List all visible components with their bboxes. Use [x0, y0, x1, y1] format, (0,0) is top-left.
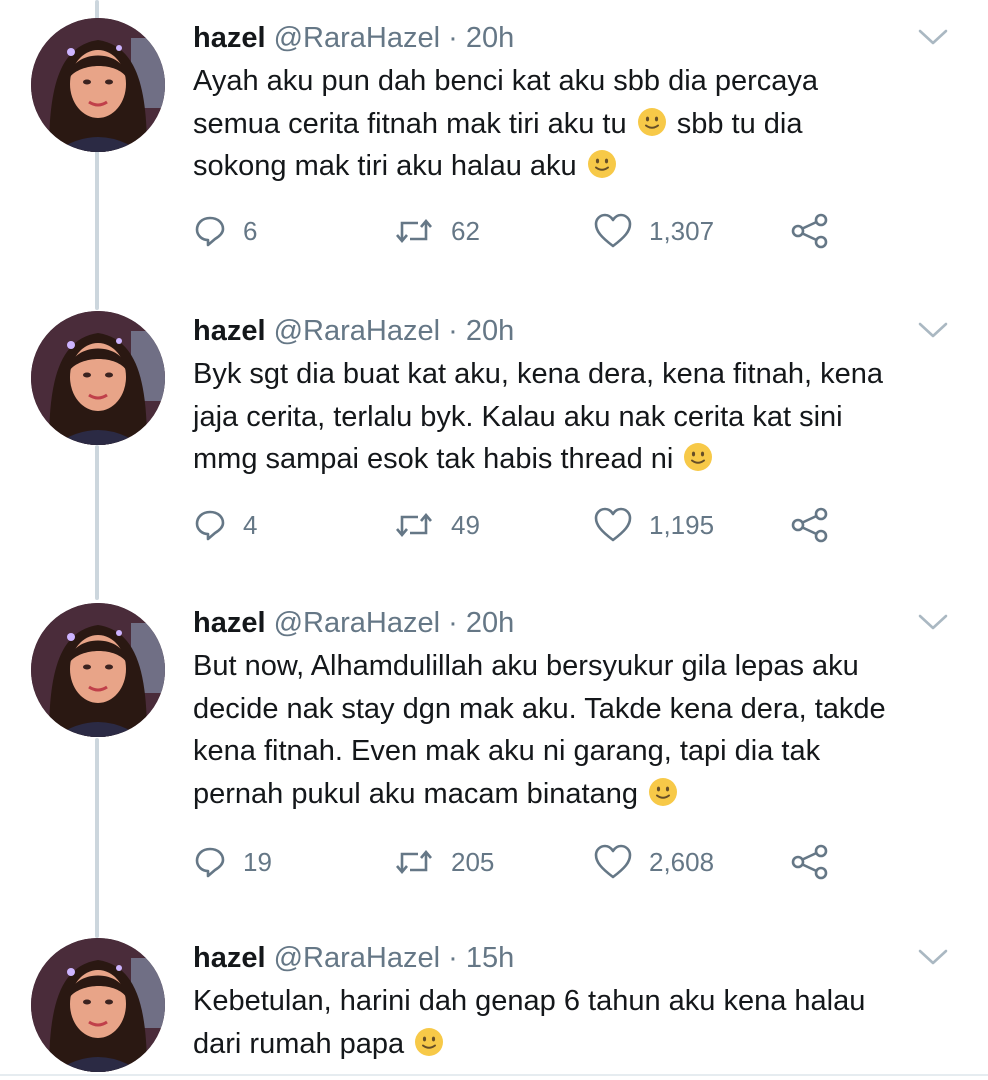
display-name[interactable]: hazel: [193, 22, 266, 54]
tweet-text-line: decide nak stay dgn mak aku. Takde kena …: [193, 692, 886, 725]
display-name[interactable]: hazel: [193, 942, 266, 974]
separator: ·: [448, 22, 458, 54]
timestamp[interactable]: 20h: [466, 315, 514, 347]
timestamp[interactable]: 15h: [466, 942, 514, 974]
retweet-count: 205: [451, 846, 495, 877]
avatar[interactable]: [31, 603, 165, 737]
reply-count: 19: [243, 846, 272, 877]
tweet-text-line: Byk sgt dia buat kat aku, kena dera, ken…: [193, 358, 883, 390]
tweet-text: Byk sgt dia buat kat aku, kena dera, ken…: [193, 353, 960, 481]
tweet-header: hazel @RaraHazel · 20h: [193, 603, 960, 643]
retweet-button[interactable]: 205: [393, 842, 494, 882]
retweet-icon: [393, 845, 435, 879]
like-button[interactable]: 1,195: [593, 505, 714, 545]
tweet-header: hazel @RaraHazel · 20h: [193, 311, 960, 351]
tweet-text-line: sokong mak tiri aku halau aku: [193, 145, 960, 188]
slightly-smiling-face-icon: [684, 443, 713, 471]
chevron-down-icon[interactable]: [916, 609, 950, 635]
heart-icon: [593, 844, 633, 880]
tweet-actions: 4 49 1,195: [193, 505, 893, 545]
retweet-button[interactable]: 62: [393, 211, 480, 251]
username[interactable]: @RaraHazel: [274, 315, 440, 347]
heart-icon: [593, 213, 633, 249]
avatar[interactable]: [31, 18, 165, 152]
thread-line: [95, 738, 99, 938]
display-name[interactable]: hazel: [193, 315, 266, 347]
chevron-down-icon[interactable]: [916, 317, 950, 343]
tweet-header: hazel @RaraHazel · 20h: [193, 18, 960, 58]
tweet-actions: 19 205 2,608: [193, 842, 893, 882]
tweet-text-line: mmg sampai esok tak habis thread ni: [193, 438, 960, 481]
thread-line: [95, 150, 99, 310]
retweet-icon: [393, 214, 435, 248]
share-button[interactable]: [790, 842, 830, 882]
reply-button[interactable]: 6: [193, 211, 257, 251]
share-icon: [790, 844, 830, 880]
tweet-text-line: semua cerita fitnah mak tiri aku tu sbb …: [193, 107, 803, 140]
reply-count: 4: [243, 509, 258, 540]
share-icon: [790, 507, 830, 543]
tweet-text-line: Kebetulan, harini dah genap 6 tahun aku …: [193, 985, 866, 1017]
tweet-text-line: Ayah aku pun dah benci kat aku sbb dia p…: [193, 65, 819, 97]
reply-button[interactable]: 4: [193, 505, 257, 545]
separator: ·: [448, 942, 458, 974]
thread-line: [95, 445, 99, 600]
reply-icon: [193, 845, 227, 879]
slightly-smiling-face-icon: [587, 150, 616, 178]
share-button[interactable]: [790, 505, 830, 545]
tweet-header: hazel @RaraHazel · 15h: [193, 938, 960, 978]
username[interactable]: @RaraHazel: [274, 607, 440, 639]
like-button[interactable]: 2,608: [593, 842, 714, 882]
slightly-smiling-face-icon: [415, 1027, 444, 1056]
display-name[interactable]: hazel: [193, 607, 266, 639]
avatar[interactable]: [31, 938, 165, 1072]
separator: ·: [448, 315, 458, 347]
share-icon: [790, 213, 830, 249]
timestamp[interactable]: 20h: [466, 22, 514, 54]
tweet-text: Ayah aku pun dah benci kat aku sbb dia p…: [193, 60, 960, 188]
like-count: 1,307: [649, 215, 715, 246]
tweet-text-line: dari rumah papa: [193, 1023, 960, 1066]
reply-button[interactable]: 19: [193, 842, 272, 882]
avatar[interactable]: [31, 311, 165, 445]
slightly-smiling-face-icon: [649, 777, 678, 806]
share-button[interactable]: [790, 211, 830, 251]
tweet-actions: 6 62 1,307: [193, 211, 893, 251]
chevron-down-icon[interactable]: [916, 944, 950, 970]
retweet-icon: [393, 508, 435, 542]
like-count: 1,195: [649, 509, 715, 540]
timestamp[interactable]: 20h: [466, 607, 514, 639]
like-button[interactable]: 1,307: [593, 211, 714, 251]
tweet-text-line: kena fitnah. Even mak aku ni garang, tap…: [193, 735, 821, 767]
divider: [0, 1074, 988, 1076]
retweet-count: 62: [451, 215, 480, 246]
reply-icon: [193, 508, 227, 542]
heart-icon: [593, 507, 633, 543]
tweet-text-line: But now, Alhamdulillah aku bersyukur gil…: [193, 650, 859, 682]
tweet-text-line: jaja cerita, terlalu byk. Kalau aku nak …: [193, 400, 843, 433]
slightly-smiling-face-icon: [637, 107, 666, 136]
username[interactable]: @RaraHazel: [274, 942, 440, 974]
tweet-text-line: pernah pukul aku macam binatang: [193, 773, 960, 816]
chevron-down-icon[interactable]: [916, 24, 950, 50]
tweet-text: But now, Alhamdulillah aku bersyukur gil…: [193, 645, 960, 815]
reply-icon: [193, 214, 227, 248]
separator: ·: [448, 607, 458, 639]
reply-count: 6: [243, 215, 258, 246]
like-count: 2,608: [649, 846, 715, 877]
retweet-button[interactable]: 49: [393, 505, 480, 545]
tweet-text: Kebetulan, harini dah genap 6 tahun aku …: [193, 980, 960, 1065]
retweet-count: 49: [451, 509, 480, 540]
username[interactable]: @RaraHazel: [274, 22, 440, 54]
